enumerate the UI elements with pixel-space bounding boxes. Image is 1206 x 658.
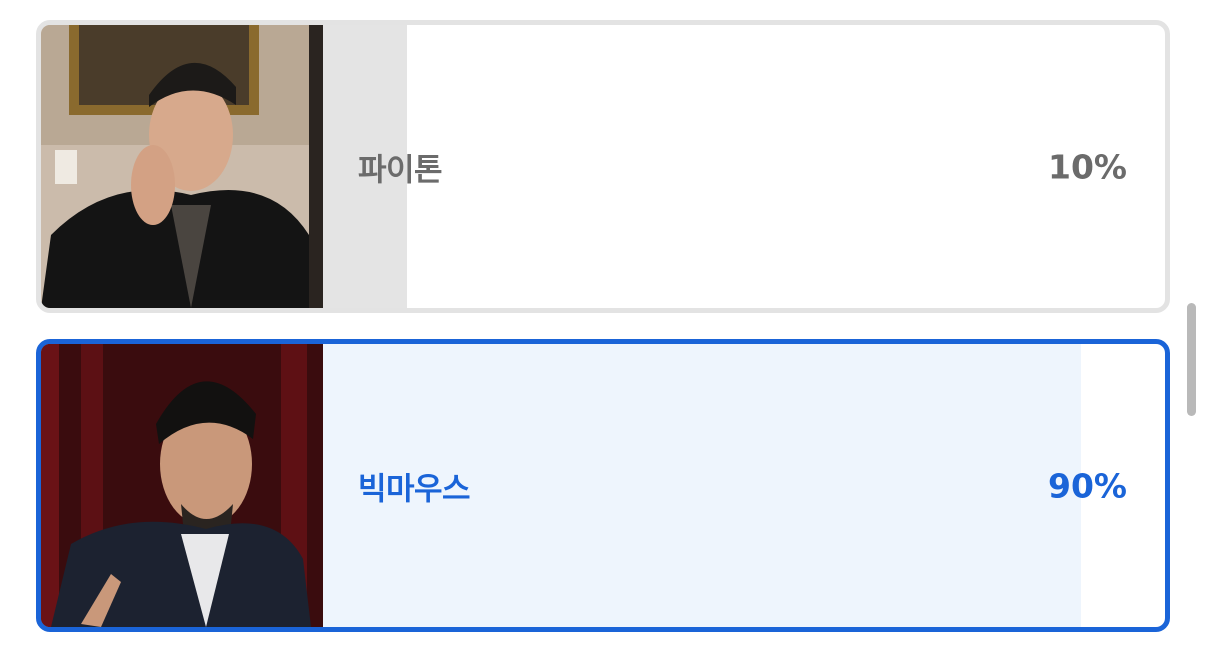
option-label: 빅마우스 — [358, 471, 471, 507]
scrollbar-thumb[interactable] — [1187, 303, 1196, 416]
poll-option-python[interactable]: 파이톤 10% — [36, 20, 1170, 313]
candidate-photo — [41, 25, 323, 308]
poll: 파이톤 10% 빅마우스 90% — [36, 20, 1170, 658]
option-percent: 90% — [1048, 466, 1127, 505]
candidate-photo — [41, 344, 323, 627]
poll-option-bigmouth[interactable]: 빅마우스 90% — [36, 339, 1170, 632]
option-percent: 10% — [1048, 147, 1127, 186]
result-bar: 파이톤 10% — [323, 25, 1165, 308]
result-bar: 빅마우스 90% — [323, 344, 1165, 627]
option-label: 파이톤 — [358, 152, 443, 188]
